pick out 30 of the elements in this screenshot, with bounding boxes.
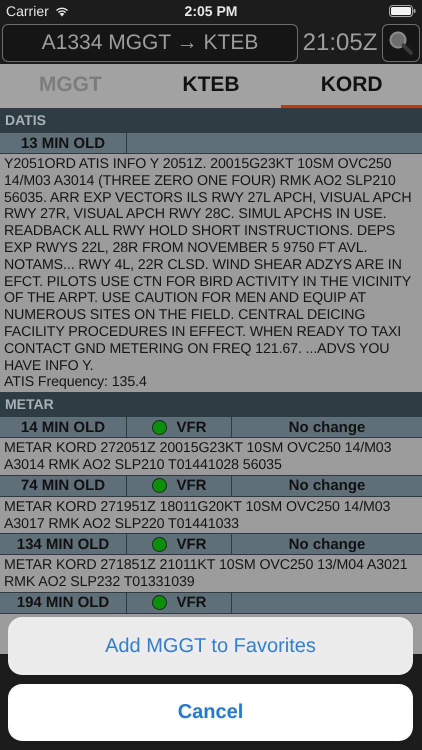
search-button[interactable] xyxy=(382,24,420,62)
clock-time: 2:05 PM xyxy=(184,2,238,18)
flight-rules: VFR xyxy=(176,594,206,612)
report-text: METAR KORD 271951Z 18011G20KT 10SM OVC250 14/M03 A3017 RMK AO2 SLP220 T01441033 xyxy=(4,498,392,532)
cancel-button[interactable]: Cancel xyxy=(8,684,413,741)
carrier-label: Carrier xyxy=(6,2,49,18)
section-header: METAR xyxy=(0,392,422,416)
report-text: METAR KORD 271851Z 21011KT 10SM OVC250 13/M04 A3021 RMK AO2 SLP232 T01331039 xyxy=(4,557,408,591)
report-age: 14 MIN OLD xyxy=(20,418,106,436)
report-age: 74 MIN OLD xyxy=(20,477,106,494)
wifi-icon xyxy=(54,4,70,16)
trend-label: No change xyxy=(288,536,366,553)
section-header: DATIS xyxy=(0,108,422,132)
report-age: 194 MIN OLD xyxy=(16,594,110,612)
flight-rules: VFR xyxy=(176,477,206,494)
flight-rules: VFR xyxy=(176,536,206,553)
trend-label: No change xyxy=(288,477,366,494)
battery-icon xyxy=(389,4,416,16)
search-icon xyxy=(388,30,414,56)
zulu-time: 21:05Z xyxy=(302,28,378,56)
report-text: Y2051ORD ATIS INFO Y 2051Z. 20015G23KT 10SM OVC250 14/M03 A3014 (THREE ZERO ONE FOUR) RMK AO2 SLP210 56035. ARR EXP VECTORS ILS RWY 27L APCH, VISUAL APCH RWY 27R, VISUAL APCH RWY 28C. SIMUL APCHS IN USE. READBACK ALL RWY HOLD SHORT INSTRUCTIONS. DEPS EXP RWYS 22L, 28R FROM NOVEMBER 5 9750 FT AVL. NOTAMS... RWY 4L, 22R CLSD. WIND SHEAR ADZYS ARE IN EFCT. PILOTS USE CTN FOR BIRD ACTIVITY IN THE VICINITY OF THE ARPT. USE CAUTION FOR MEN AND EQUIP AT NUMEROUS SITES ON THE FIELD. CENTRAL DEICING FACILITY PROCEDURES IN EFFECT. WHEN READY TO TAXI CONTACT GND METERING ON FREQ 121.67. ...ADVS YOU HAVE INFO Y. xyxy=(4,156,412,374)
report-age: 134 MIN OLD xyxy=(16,536,110,553)
report-text: METAR KORD 272051Z 20015G23KT 10SM OVC250 14/M03 A3014 RMK AO2 SLP210 T01441028 56035 xyxy=(4,440,392,474)
trend-label: No change xyxy=(288,418,366,436)
flight-rules: VFR xyxy=(176,418,206,436)
airport-tab[interactable]: KTEB xyxy=(140,64,282,108)
report-age: 13 MIN OLD xyxy=(20,134,106,152)
frequency-label: ATIS Frequency: 135.4 xyxy=(4,374,148,392)
route-field[interactable]: A1334 MGGT → KTEB xyxy=(2,24,298,62)
favorites-button[interactable]: Add MGGT to Favorites xyxy=(8,617,413,675)
